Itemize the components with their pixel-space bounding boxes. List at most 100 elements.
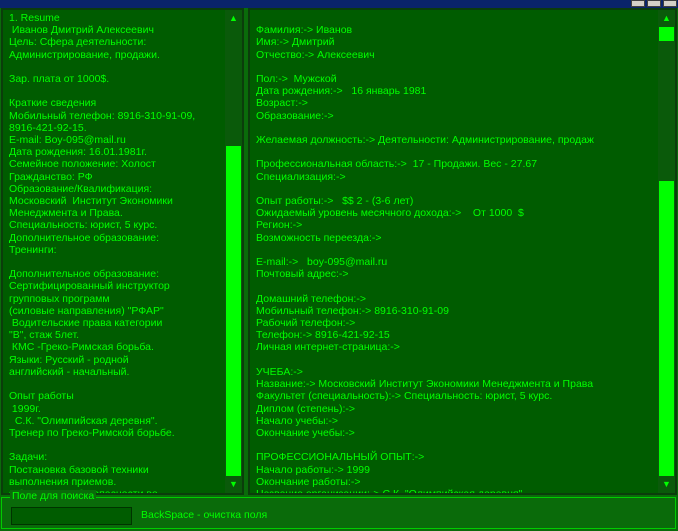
text-line: Начало учебы:-> (256, 414, 339, 427)
maximize-button[interactable] (647, 0, 661, 7)
text-line: Фамилия:-> Иванов (256, 24, 353, 37)
text-line: Образование/Квалификация: (9, 182, 153, 195)
text-line (9, 439, 195, 451)
text-line: Цель: Сфера деятельности: (9, 36, 147, 49)
left-scrollbar[interactable]: ▲ ▼ (225, 10, 242, 493)
text-line: Регион:-> (256, 219, 303, 232)
text-line: английский - начальный. (9, 365, 130, 378)
text-line: Семейное положение: Холост (9, 158, 156, 171)
text-line (256, 280, 594, 292)
search-input[interactable] (11, 507, 132, 525)
text-line: Возможность переезда:-> (256, 231, 382, 244)
text-line: Иванов Дмитрий Алексеевич (9, 24, 154, 37)
text-line: Языки: Русский - родной (9, 353, 129, 366)
text-line: Профессиональная область:-> 17 - Продажи… (256, 158, 538, 171)
window-title-bar (0, 0, 678, 8)
text-line: Почтовый адрес:-> (256, 268, 349, 281)
text-line (9, 378, 195, 390)
text-line (256, 183, 594, 195)
text-line: Мобильный телефон:-> 8916-310-91-09 (256, 304, 449, 317)
text-line: Задачи: (9, 451, 48, 464)
text-line: Сертифицированный инструктор (9, 280, 170, 293)
scroll-up-arrow-icon[interactable]: ▲ (658, 10, 675, 27)
text-line: Пол:-> Мужской (256, 73, 337, 86)
text-line: Начало работы:-> 1999 (256, 463, 370, 476)
text-line: E-mail:-> boy-095@mail.ru (256, 256, 388, 269)
text-line: Постановка базовой техники (9, 463, 149, 476)
resume-text-pane[interactable]: 1. Resume Иванов Дмитрий Алексеевич Цель:… (1, 8, 244, 495)
text-line: Водительские права категории (9, 317, 163, 330)
text-line: Окончание учебы:-> (256, 426, 355, 439)
text-line: Окончание работы:-> (256, 475, 361, 488)
text-line: E-mail: Boy-095@mail.ru (9, 134, 126, 147)
text-line: выполнения приемов. (9, 475, 117, 488)
text-line: Ожидаемый уровень месячного дохода:-> От… (256, 207, 524, 220)
text-line (9, 61, 195, 73)
search-group: Поле для поиска BackSpace - очистка поля (1, 490, 676, 529)
left-scroll-thumb[interactable] (226, 146, 241, 479)
text-line: "В", стаж 5лет. (9, 329, 80, 342)
text-line (256, 439, 594, 451)
text-line: Гражданство: РФ (9, 170, 93, 183)
text-line: Тренер по Греко-Римской борьбе. (9, 426, 175, 439)
parsed-fields-text: Фамилия:-> Иванов Имя:-> Дмитрий Отчество:… (256, 12, 594, 495)
text-line: Московский Институт Экономики (9, 195, 173, 208)
text-line: Специализация:-> (256, 170, 346, 183)
text-line: Телефон:-> 8916-421-92-15 (256, 329, 390, 342)
scroll-down-arrow-icon[interactable]: ▼ (658, 476, 675, 493)
text-line: Опыт работы (9, 390, 74, 403)
close-button[interactable] (663, 0, 677, 7)
text-line: Домашний телефон:-> (256, 292, 366, 305)
text-line: Опыт работы:-> $$ 2 - (3-6 лет) (256, 195, 414, 208)
text-line: Зар. плата от 1000$. (9, 73, 110, 86)
search-label: Поле для поиска (10, 490, 97, 502)
text-line: Краткие сведения (9, 97, 97, 110)
text-line: Администрирование, продажи. (9, 48, 160, 61)
text-line: УЧЕБА:-> (256, 365, 303, 378)
text-line (256, 146, 594, 158)
text-line: Дата рождения: 16.01.1981г. (9, 146, 147, 159)
text-line: С.К. "Олимпийская деревня". (9, 414, 158, 427)
minimize-button[interactable] (631, 0, 645, 7)
text-line: Дополнительное образование: (9, 268, 159, 281)
text-line: Имя:-> Дмитрий (256, 36, 335, 49)
search-hint: BackSpace - очистка поля (141, 509, 268, 521)
text-line: Возраст:-> (256, 97, 308, 110)
text-line: Название организации:-> С.К. "Олимпийска… (256, 487, 526, 495)
text-line: Менеджмента и Права. (9, 207, 123, 220)
text-line: 1. Resume (9, 12, 60, 24)
text-line (9, 256, 195, 268)
text-line: Желаемая должность:-> Деятельности: Адми… (256, 134, 594, 147)
text-line: Диплом (степень):-> (256, 402, 355, 415)
text-line: Дата рождения:-> 16 январь 1981 (256, 85, 427, 98)
text-line (9, 85, 195, 97)
scroll-up-arrow-icon[interactable]: ▲ (225, 10, 242, 27)
text-line: Личная интернет-страница:-> (256, 341, 400, 354)
text-line: (силовые направления) "РФАР" (9, 304, 164, 317)
text-line: групповых программ (9, 292, 110, 305)
parsed-fields-pane[interactable]: Фамилия:-> Иванов Имя:-> Дмитрий Отчество:… (248, 8, 677, 495)
resume-text: 1. Resume Иванов Дмитрий Алексеевич Цель:… (9, 12, 196, 493)
text-line: Специальность: юрист, 5 курс. (9, 219, 158, 232)
text-line: Отчество:-> Алексеевич (256, 48, 375, 61)
text-line (256, 244, 594, 256)
text-line: 1999г. (9, 402, 41, 415)
text-line: Рабочий телефон:-> (256, 317, 356, 330)
text-line: КМС -Греко-Римская борьба. (9, 341, 154, 354)
text-line: ПРОФЕССИОНАЛЬНЫЙ ОПЫТ:-> (256, 451, 425, 464)
text-line: Факультет (специальность):-> Специальнос… (256, 390, 553, 403)
text-line: Дополнительное образование: (9, 231, 159, 244)
text-line: Мобильный телефон: 8916-310-91-09, (9, 109, 196, 122)
scroll-down-arrow-icon[interactable]: ▼ (225, 476, 242, 493)
right-scrollbar[interactable]: ▲ ▼ (658, 10, 675, 493)
text-line: Тренинги: (9, 243, 57, 256)
text-line: Название:-> Московский Институт Экономик… (256, 378, 594, 391)
text-line: Образование:-> (256, 109, 334, 122)
text-line (256, 122, 594, 134)
text-line (256, 354, 594, 366)
text-line (256, 61, 594, 73)
text-line: 8916-421-92-15. (9, 121, 87, 134)
right-scroll-thumb[interactable] (659, 27, 674, 41)
text-line (256, 12, 594, 24)
right-scroll-track-fill (659, 181, 674, 479)
